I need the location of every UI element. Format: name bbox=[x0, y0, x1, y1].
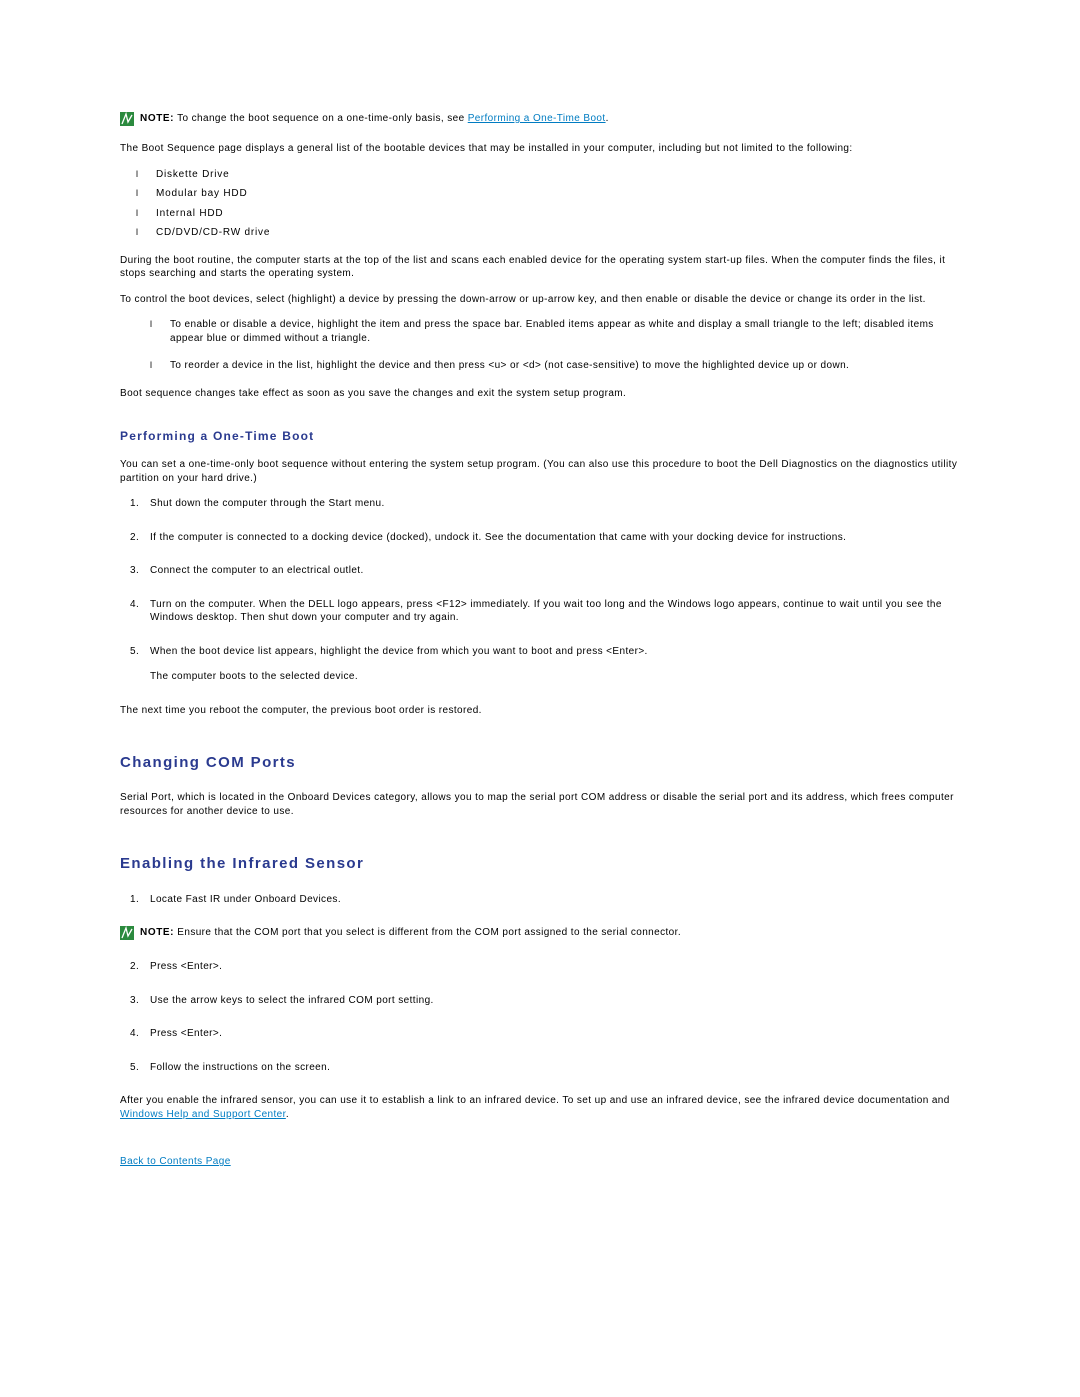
com-para: Serial Port, which is located in the Onb… bbox=[120, 791, 960, 818]
step-item: Turn on the computer. When the DELL logo… bbox=[120, 598, 960, 625]
heading-infrared: Enabling the Infrared Sensor bbox=[120, 854, 960, 874]
one-time-steps: Shut down the computer through the Start… bbox=[120, 497, 960, 684]
step-5-text: When the boot device list appears, highl… bbox=[150, 646, 648, 657]
back-link-container: Back to Contents Page bbox=[120, 1155, 960, 1169]
note-1-before: To change the boot sequence on a one-tim… bbox=[174, 113, 468, 124]
heading-one-time-boot: Performing a One-Time Boot bbox=[120, 428, 960, 444]
note-1-after: . bbox=[606, 113, 609, 124]
boot-sub-list: To enable or disable a device, highlight… bbox=[134, 318, 960, 373]
ir-steps-before: Locate Fast IR under Onboard Devices. bbox=[120, 893, 960, 907]
step-item: Press <Enter>. bbox=[120, 960, 960, 974]
ir-steps-after: Press <Enter>. Use the arrow keys to sel… bbox=[120, 960, 960, 1074]
intro-paragraph: The Boot Sequence page displays a genera… bbox=[120, 142, 960, 156]
list-item: Modular bay HDD bbox=[120, 187, 960, 201]
ir-outro-after: . bbox=[286, 1109, 289, 1120]
note-icon bbox=[120, 926, 134, 940]
step-5-sub: The computer boots to the selected devic… bbox=[150, 670, 960, 684]
note-label: NOTE: bbox=[140, 927, 174, 938]
step-item: If the computer is connected to a dockin… bbox=[120, 531, 960, 545]
page-content: NOTE: To change the boot sequence on a o… bbox=[0, 0, 1080, 1397]
ir-outro-before: After you enable the infrared sensor, yo… bbox=[120, 1095, 950, 1106]
step-item: Use the arrow keys to select the infrare… bbox=[120, 994, 960, 1008]
note-label: NOTE: bbox=[140, 113, 174, 124]
link-windows-help[interactable]: Windows Help and Support Center bbox=[120, 1109, 286, 1120]
boot-para-3: Boot sequence changes take effect as soo… bbox=[120, 387, 960, 401]
boot-para-2: To control the boot devices, select (hig… bbox=[120, 293, 960, 307]
device-list: Diskette Drive Modular bay HDD Internal … bbox=[120, 168, 960, 240]
link-back-contents[interactable]: Back to Contents Page bbox=[120, 1156, 231, 1167]
link-one-time-boot[interactable]: Performing a One-Time Boot bbox=[468, 113, 606, 124]
note-icon bbox=[120, 112, 134, 126]
note-1-text: NOTE: To change the boot sequence on a o… bbox=[140, 112, 609, 126]
ir-outro: After you enable the infrared sensor, yo… bbox=[120, 1094, 960, 1121]
step-item: Shut down the computer through the Start… bbox=[120, 497, 960, 511]
list-item: To reorder a device in the list, highlig… bbox=[134, 359, 960, 373]
list-item: CD/DVD/CD-RW drive bbox=[120, 226, 960, 240]
list-item: Diskette Drive bbox=[120, 168, 960, 182]
note-1: NOTE: To change the boot sequence on a o… bbox=[120, 112, 960, 126]
one-time-intro: You can set a one-time-only boot sequenc… bbox=[120, 458, 960, 485]
list-item: To enable or disable a device, highlight… bbox=[134, 318, 960, 345]
step-item: Press <Enter>. bbox=[120, 1027, 960, 1041]
list-item: Internal HDD bbox=[120, 207, 960, 221]
boot-para-1: During the boot routine, the computer st… bbox=[120, 254, 960, 281]
step-item: Locate Fast IR under Onboard Devices. bbox=[120, 893, 960, 907]
note-2-body: Ensure that the COM port that you select… bbox=[174, 927, 681, 938]
heading-com-ports: Changing COM Ports bbox=[120, 753, 960, 773]
step-item: Follow the instructions on the screen. bbox=[120, 1061, 960, 1075]
step-item: When the boot device list appears, highl… bbox=[120, 645, 960, 684]
one-time-outro: The next time you reboot the computer, t… bbox=[120, 704, 960, 718]
step-item: Connect the computer to an electrical ou… bbox=[120, 564, 960, 578]
note-2-text: NOTE: Ensure that the COM port that you … bbox=[140, 926, 681, 940]
note-2: NOTE: Ensure that the COM port that you … bbox=[120, 926, 960, 940]
